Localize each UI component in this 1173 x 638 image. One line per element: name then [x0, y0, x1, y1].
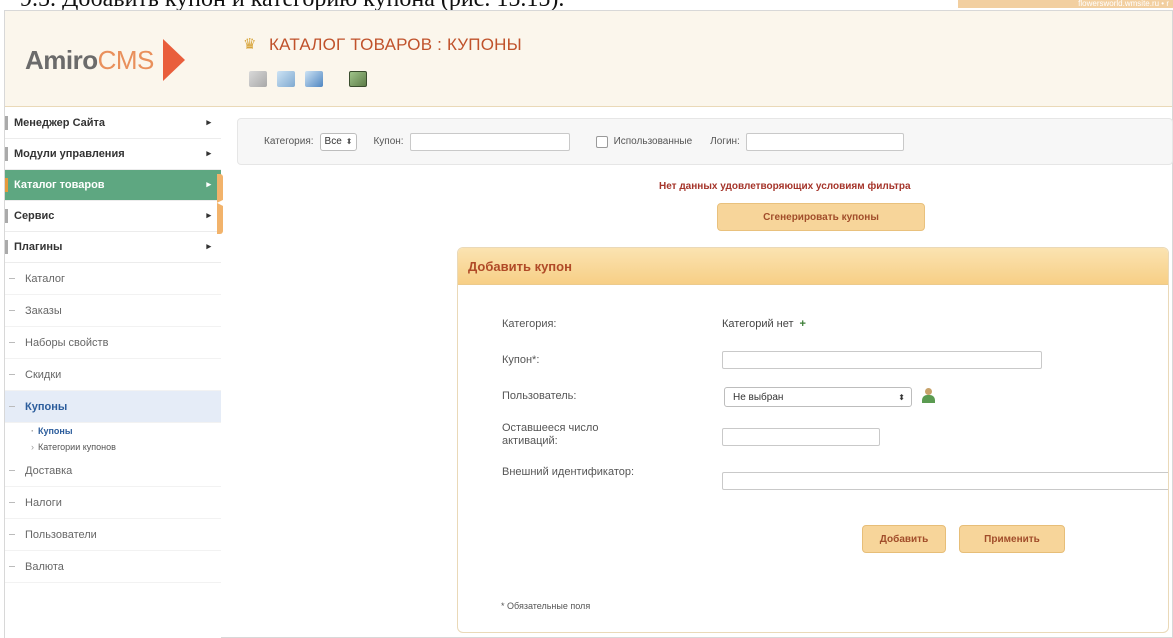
- sidebar-sub-property-sets[interactable]: Наборы свойств: [5, 327, 221, 359]
- user-icon[interactable]: [922, 388, 935, 404]
- generate-coupons-button[interactable]: Сгенерировать купоны: [717, 203, 925, 231]
- user-select-value: Не выбран: [733, 391, 784, 403]
- login-filter-label: Логин:: [710, 136, 740, 147]
- required-fields-note: * Обязательные поля: [501, 601, 591, 611]
- sidebar-subsub-label: Купоны: [38, 426, 73, 436]
- sidebar-item-modules[interactable]: Модули управления ▸: [5, 139, 221, 170]
- category-filter-label: Категория:: [264, 136, 314, 147]
- select-arrows-icon: ⬍: [898, 392, 905, 402]
- category-value: Категорий нет: [722, 318, 794, 330]
- no-data-message: Нет данных удовлетворяющих условиям филь…: [659, 181, 911, 192]
- coupon-label: Купон*:: [502, 354, 540, 366]
- category-filter-select[interactable]: Все ⬍: [319, 132, 358, 151]
- login-filter-input[interactable]: [745, 132, 904, 151]
- external-id-input[interactable]: [722, 472, 1168, 490]
- sidebar-item-plugins[interactable]: Плагины ▸: [5, 232, 221, 263]
- external-id-label: Внешний идентификатор:: [502, 466, 635, 478]
- used-checkbox-label: Использованные: [613, 136, 693, 147]
- panel-title: Добавить купон: [458, 248, 1168, 285]
- sidebar-sub-delivery[interactable]: Доставка: [5, 455, 221, 487]
- sidebar: Менеджер Сайта ▸ Модули управления ▸ Катал…: [5, 108, 221, 638]
- arrow-right-icon: ▸: [206, 210, 211, 220]
- app-window: AmiroCMS ♛ КАТАЛОГ ТОВАРОВ : КУПОНЫ Мене…: [4, 10, 1173, 638]
- apply-button[interactable]: Применить: [959, 525, 1065, 553]
- add-button[interactable]: Добавить: [862, 525, 946, 553]
- image-icon[interactable]: [349, 71, 367, 87]
- sidebar-item-label: Плагины: [14, 241, 63, 253]
- used-checkbox[interactable]: [595, 135, 608, 148]
- logo-main: Amiro: [25, 45, 98, 75]
- coupon-filter-label: Купон:: [373, 136, 404, 147]
- activations-label: Оставшееся число активаций:: [502, 422, 599, 447]
- crown-icon: ♛: [243, 36, 257, 53]
- arrow-right-icon: ▸: [206, 148, 211, 158]
- sidebar-collapse-handle[interactable]: ◀: [217, 174, 223, 234]
- sidebar-item-label: Модули управления: [14, 148, 125, 160]
- category-label: Категория:: [502, 318, 557, 330]
- sidebar-item-catalog[interactable]: Каталог товаров ▸: [5, 170, 221, 201]
- sidebar-item-site-manager[interactable]: Менеджер Сайта ▸: [5, 108, 221, 139]
- sidebar-sub-coupons[interactable]: Купоны: [5, 391, 221, 423]
- toolbar: [249, 71, 377, 87]
- document-icon[interactable]: [277, 71, 295, 87]
- sidebar-sub-currency[interactable]: Валюта: [5, 551, 221, 583]
- filter-bar: Категория: Все ⬍ Купон: Использованные Ло…: [237, 118, 1173, 165]
- sidebar-sub-discounts[interactable]: Скидки: [5, 359, 221, 391]
- sidebar-item-label: Каталог товаров: [14, 179, 105, 191]
- sidebar-sub-orders[interactable]: Заказы: [5, 295, 221, 327]
- arrow-right-icon: ▸: [206, 241, 211, 251]
- sidebar-sub-taxes[interactable]: Налоги: [5, 487, 221, 519]
- sidebar-subsub-coupon-categories[interactable]: › Категории купонов: [5, 439, 221, 455]
- add-coupon-panel: Добавить купон Категория: Категорий нет +…: [457, 247, 1169, 633]
- coupon-filter-input[interactable]: [409, 132, 570, 151]
- collapse-arrow-icon: ◀: [217, 198, 224, 207]
- breadcrumb: ♛ КАТАЛОГ ТОВАРОВ : КУПОНЫ: [243, 35, 522, 55]
- document-blue-icon[interactable]: [305, 71, 323, 87]
- coupon-input[interactable]: [722, 351, 1042, 369]
- arrow-right-icon: ▸: [206, 179, 211, 189]
- page-title: КАТАЛОГ ТОВАРОВ : КУПОНЫ: [269, 35, 522, 54]
- logo-arrow-icon: [163, 39, 185, 81]
- user-select[interactable]: Не выбран ⬍: [724, 387, 912, 407]
- arrow-right-icon: ▸: [206, 117, 211, 127]
- sidebar-sub-catalog[interactable]: Каталог: [5, 263, 221, 295]
- logo[interactable]: AmiroCMS: [25, 39, 185, 81]
- document-url-fragment: flowersworld.wmsite.ru • r: [958, 0, 1173, 8]
- header: AmiroCMS ♛ КАТАЛОГ ТОВАРОВ : КУПОНЫ: [5, 11, 1172, 107]
- activations-input[interactable]: [722, 428, 880, 446]
- select-arrows-icon: ⬍: [345, 137, 353, 146]
- add-category-icon[interactable]: +: [800, 318, 806, 330]
- tools-icon[interactable]: [249, 71, 267, 87]
- category-filter-value: Все: [324, 136, 342, 147]
- logo-suffix: CMS: [97, 45, 155, 75]
- user-label: Пользователь:: [502, 390, 577, 402]
- sidebar-item-service[interactable]: Сервис ▸: [5, 201, 221, 232]
- sidebar-subsub-coupons[interactable]: · Купоны: [5, 423, 221, 439]
- sidebar-item-label: Менеджер Сайта: [14, 117, 106, 129]
- sidebar-subsub-label: Категории купонов: [38, 442, 116, 452]
- sidebar-item-label: Сервис: [14, 210, 55, 222]
- sidebar-sub-users[interactable]: Пользователи: [5, 519, 221, 551]
